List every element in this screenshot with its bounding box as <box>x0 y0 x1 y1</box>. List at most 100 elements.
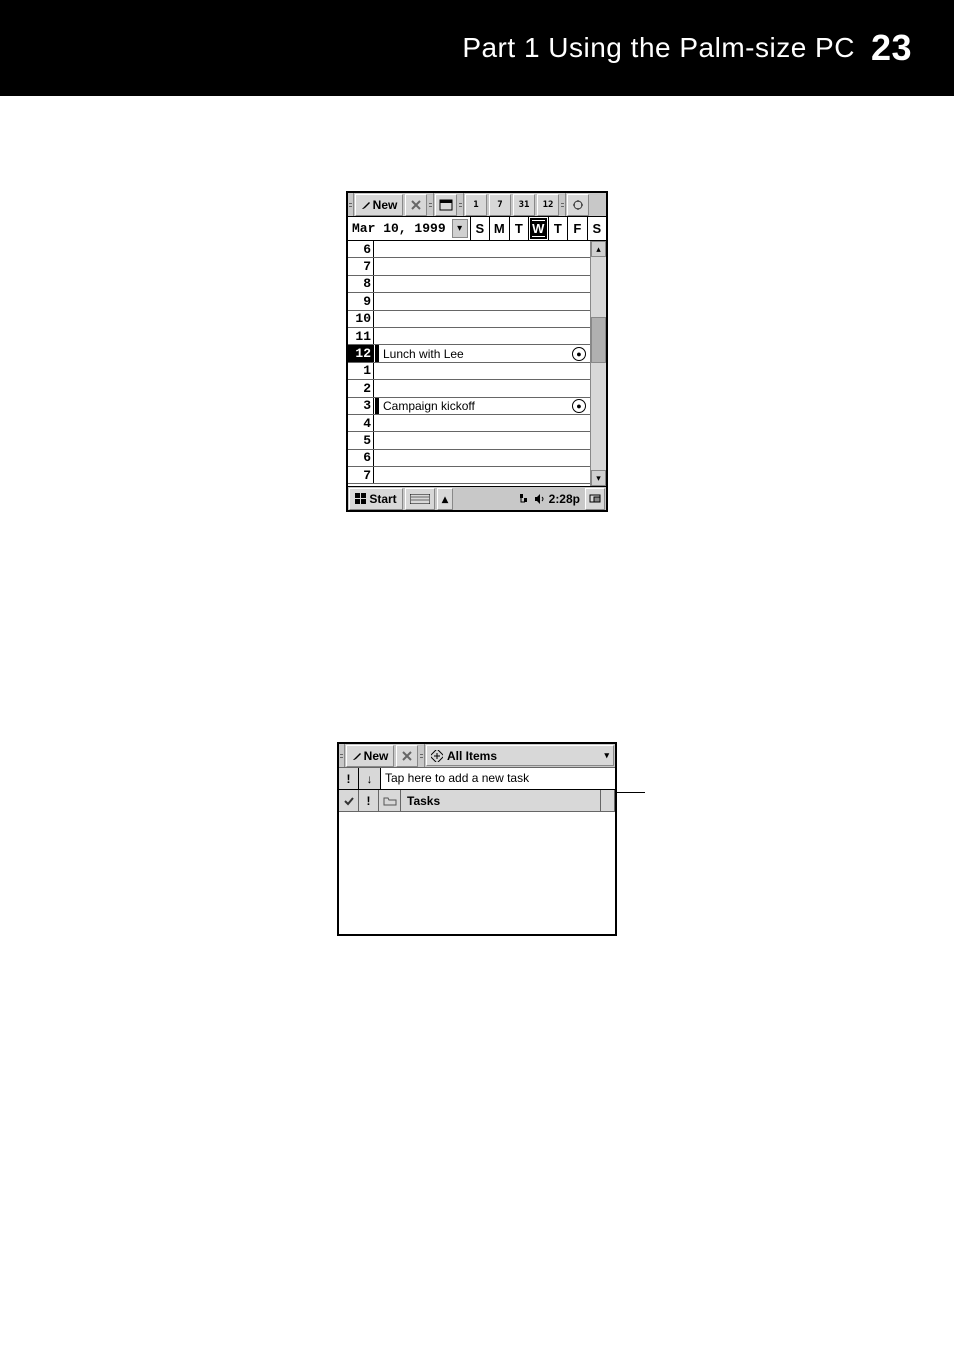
new-task-row: ! ↓ Tap here to add a new task <box>339 768 615 790</box>
view-week-button[interactable]: 7 <box>489 194 511 216</box>
view-year-button[interactable]: 12 <box>537 194 559 216</box>
hour-row[interactable]: 1 <box>348 363 590 380</box>
view-month-button[interactable]: 31 <box>513 194 535 216</box>
hour-event-cell[interactable] <box>374 380 590 396</box>
hour-row[interactable]: 10 <box>348 311 590 328</box>
tasks-list-body[interactable] <box>339 812 615 934</box>
day-sunday[interactable]: S <box>470 217 489 240</box>
delete-button[interactable] <box>396 745 418 767</box>
new-button[interactable]: New <box>346 745 394 767</box>
new-button[interactable]: New <box>355 194 403 216</box>
calendar-toolbar: New 1 7 31 12 <box>348 193 606 217</box>
hour-event-cell[interactable]: Campaign kickoff● <box>375 398 590 414</box>
speaker-icon[interactable] <box>533 493 545 505</box>
tasks-toolbar: New All Items ▾ <box>339 744 615 768</box>
hour-row[interactable]: 8 <box>348 276 590 293</box>
keyboard-button[interactable] <box>405 488 435 510</box>
scroll-down-button[interactable]: ▾ <box>591 470 606 486</box>
start-button[interactable]: Start <box>349 488 403 510</box>
week-icon: 7 <box>497 200 502 210</box>
taskbar: Start ▴ 2:28p <box>348 486 606 510</box>
date-dropdown[interactable]: ▾ <box>452 219 468 238</box>
goto-button[interactable] <box>435 194 457 216</box>
hour-label: 9 <box>348 293 374 309</box>
hour-event-cell[interactable] <box>374 311 590 327</box>
hour-row[interactable]: 12Lunch with Lee● <box>348 345 590 362</box>
hour-row[interactable]: 4 <box>348 415 590 432</box>
header-checkbox[interactable] <box>339 790 359 811</box>
drag-grip[interactable] <box>348 193 354 216</box>
calendar-body: 6789101112Lunch with Lee●123Campaign kic… <box>348 241 606 486</box>
scroll-thumb[interactable] <box>591 317 606 363</box>
day-thursday[interactable]: T <box>548 217 567 240</box>
hour-row[interactable]: 7 <box>348 467 590 484</box>
separator <box>419 744 425 767</box>
clock[interactable]: 2:28p <box>549 492 580 506</box>
day-tuesday[interactable]: T <box>509 217 528 240</box>
reminder-icon: ● <box>572 347 586 361</box>
hour-row[interactable]: 7 <box>348 258 590 275</box>
day-monday[interactable]: M <box>489 217 508 240</box>
sort-cell[interactable]: ↓ <box>359 768 381 789</box>
days-of-week: S M T W T F S <box>470 217 606 240</box>
hour-label: 12 <box>348 345 374 361</box>
hour-event-cell[interactable] <box>374 450 590 466</box>
hour-event-cell[interactable] <box>374 467 590 483</box>
header-title: Part 1 Using the Palm-size PC <box>462 32 855 64</box>
day-saturday[interactable]: S <box>587 217 606 240</box>
header-folder[interactable] <box>379 790 401 811</box>
hour-event-cell[interactable] <box>374 432 590 448</box>
hours-list: 6789101112Lunch with Lee●123Campaign kic… <box>348 241 590 486</box>
tools-button[interactable] <box>567 194 589 216</box>
hour-row[interactable]: 6 <box>348 241 590 258</box>
hour-row[interactable]: 3Campaign kickoff● <box>348 398 590 415</box>
sip-up-button[interactable]: ▴ <box>437 488 453 510</box>
category-icon <box>431 750 443 762</box>
pencil-icon <box>352 751 362 761</box>
hour-row[interactable]: 6 <box>348 450 590 467</box>
hour-event-cell[interactable]: Lunch with Lee● <box>375 345 590 361</box>
hour-row[interactable]: 11 <box>348 328 590 345</box>
separator <box>428 193 434 216</box>
hour-event-cell[interactable] <box>374 415 590 431</box>
header-priority[interactable]: ! <box>359 790 379 811</box>
hour-row[interactable]: 5 <box>348 432 590 449</box>
page-header: Part 1 Using the Palm-size PC 23 <box>0 0 954 96</box>
day-wednesday[interactable]: W <box>528 217 547 240</box>
scroll-track[interactable] <box>591 257 606 470</box>
windows-icon <box>355 493 367 505</box>
scroll-up-button[interactable]: ▴ <box>591 241 606 257</box>
priority-cell[interactable]: ! <box>339 768 359 789</box>
hour-label: 4 <box>348 415 374 431</box>
hour-row[interactable]: 2 <box>348 380 590 397</box>
hour-row[interactable]: 9 <box>348 293 590 310</box>
hour-event-cell[interactable] <box>374 293 590 309</box>
reminder-icon: ● <box>572 399 586 413</box>
header-scroll <box>601 790 615 811</box>
desktop-button[interactable] <box>585 488 605 510</box>
header-tasks[interactable]: Tasks <box>401 790 601 811</box>
drag-grip[interactable] <box>339 744 345 767</box>
separator <box>560 193 566 216</box>
day-friday[interactable]: F <box>567 217 586 240</box>
hour-event-cell[interactable] <box>374 276 590 292</box>
keyboard-icon <box>410 494 430 504</box>
hour-label: 6 <box>348 241 374 257</box>
hour-label: 2 <box>348 380 374 396</box>
date-label: Mar 10, 1999 <box>348 217 450 240</box>
hour-event-cell[interactable] <box>374 328 590 344</box>
category-dropdown[interactable]: All Items ▾ <box>426 745 614 766</box>
new-task-input[interactable]: Tap here to add a new task <box>381 768 615 789</box>
hour-event-cell[interactable] <box>374 363 590 379</box>
connection-icon[interactable] <box>517 493 529 505</box>
delete-button[interactable] <box>405 194 427 216</box>
hour-event-cell[interactable] <box>374 241 590 257</box>
hour-event-cell[interactable] <box>374 258 590 274</box>
scrollbar[interactable]: ▴ ▾ <box>590 241 606 486</box>
system-tray: 2:28p <box>513 487 584 510</box>
hour-label: 7 <box>348 258 374 274</box>
hour-label: 3 <box>348 398 374 414</box>
chevron-down-icon: ▾ <box>604 750 609 761</box>
check-icon <box>343 795 355 807</box>
view-day-button[interactable]: 1 <box>465 194 487 216</box>
